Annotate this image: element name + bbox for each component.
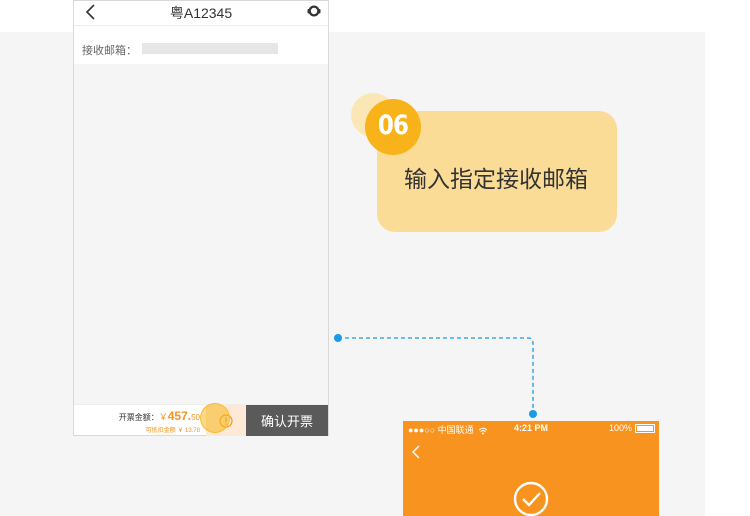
phone-success-screen: ●●●○○ 中国联通 4:21 PM 100% — [403, 421, 659, 516]
step-badge: 06 — [365, 99, 421, 155]
back-chevron-icon[interactable] — [411, 445, 421, 459]
deductible-label: 可抵扣金额 — [145, 428, 176, 434]
battery-icon — [635, 424, 655, 434]
form-content: 接收邮箱： — [74, 33, 328, 404]
email-row: 接收邮箱： — [74, 33, 328, 64]
battery-status: 100% — [608, 423, 655, 434]
step-number: 06 — [377, 110, 409, 141]
deductible-amount: 可抵扣金额 ￥ 13.78 — [146, 425, 200, 434]
status-bar: ●●●○○ 中国联通 4:21 PM 100% — [403, 421, 659, 435]
deductible-value: ￥ 13.78 — [177, 428, 200, 434]
currency-symbol: ￥ — [158, 412, 168, 422]
invoice-amount-decimal: 50 — [191, 413, 200, 422]
callout-text: 输入指定接收邮箱 — [404, 167, 588, 193]
phone-invoice-screen: 粤A12345 接收邮箱： 开票金额：￥457.50 可抵扣金额 ￥ 13.78 — [73, 0, 329, 436]
invoice-amount-label: 开票金额： — [118, 413, 159, 422]
invoice-amount: 开票金额：￥457.50 — [119, 409, 200, 423]
email-input[interactable] — [142, 43, 278, 54]
invoice-amount-integer: 457. — [167, 409, 192, 423]
success-check-icon — [513, 481, 549, 516]
amount-summary: 开票金额：￥457.50 可抵扣金额 ￥ 13.78 — [74, 405, 206, 436]
flow-connector — [334, 334, 537, 418]
confirm-invoice-button[interactable]: 确认开票 — [246, 405, 328, 436]
email-label: 接收邮箱： — [82, 45, 137, 57]
warning-button[interactable] — [206, 405, 246, 436]
bottom-action-bar: 开票金额：￥457.50 可抵扣金额 ￥ 13.78 确认开票 — [74, 404, 328, 436]
battery-percent: 100% — [608, 423, 632, 433]
warning-icon — [219, 414, 233, 428]
page-title: 粤A12345 — [169, 5, 233, 21]
nav-bar: 粤A12345 — [74, 1, 328, 26]
customer-service-icon[interactable] — [307, 4, 321, 18]
